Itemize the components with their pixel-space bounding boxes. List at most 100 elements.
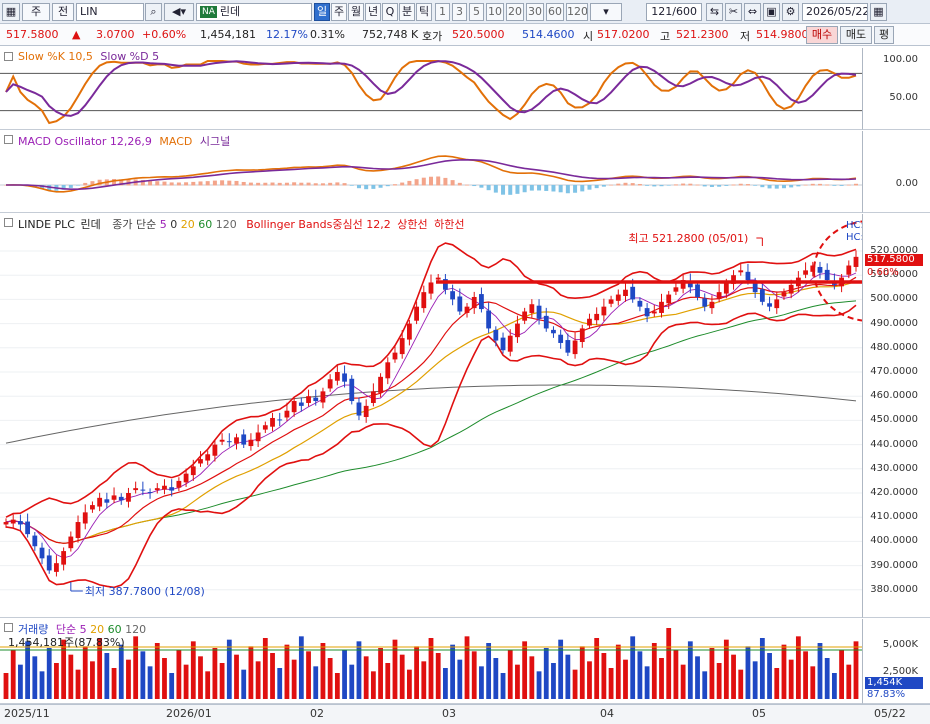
candle-body [298,402,304,406]
macd-histogram-bar [753,185,758,186]
volume-bar [457,659,463,699]
pane-checkbox[interactable] [4,135,13,144]
price-tick: 470.0000 [870,366,918,377]
count-value: 121 [651,5,673,18]
period-button[interactable]: 년 [365,3,381,21]
macd-histogram-bar [277,182,282,186]
interval-button[interactable]: 120 [566,3,588,21]
volume-bar [450,644,456,699]
macd-histogram-bar [184,182,189,186]
period-button[interactable]: 주 [331,3,347,21]
interval-dropdown[interactable]: ▾ [590,3,622,21]
interval-button[interactable]: 10 [486,3,504,21]
candle-body [615,294,621,301]
macd-histogram-bar [493,185,498,193]
buy-button[interactable]: 매수 [806,26,838,44]
calendar-icon[interactable]: ▦ [870,3,887,21]
macd-pane[interactable]: MACD Oscillator 12,26,9 MACD 시그널 [0,131,862,213]
symbol-input[interactable]: LIN [76,3,144,21]
candle-body [767,303,772,307]
speaker-icon[interactable]: ◀︎▾ [164,3,194,21]
volume-pane[interactable]: 거래량 단순 5 20 60 120 1,454,181주(87.83%) [0,619,862,704]
trade-amount: 752,748 K [362,28,419,41]
macd-legend: MACD Oscillator 12,26,9 MACD 시그널 [18,133,230,149]
macd-histogram-bar [817,183,822,186]
settings-icon[interactable]: ⚙ [782,3,799,21]
interval-button[interactable]: 20 [506,3,524,21]
sell-button[interactable]: 매도 [840,26,872,44]
compare-icon[interactable]: ⇔ [744,3,761,21]
macd-histogram-bar [846,184,851,186]
volume-bar [738,669,744,699]
pane-checkbox[interactable] [4,218,13,227]
volume-bar [399,654,405,699]
candle-body [500,337,506,351]
candle-body [241,434,247,445]
macd-histogram-bar [760,185,765,188]
period-button[interactable]: 분 [399,3,415,21]
candle-body [190,466,196,476]
scissors-icon[interactable]: ✂ [725,3,742,21]
period-button[interactable]: 일 [314,3,330,21]
macd-histogram-bar [767,185,772,189]
volume-scale: 5,000K 2,500K 1,454K 87.83% [862,619,930,704]
count-total: /600 [672,5,697,18]
search-icon[interactable]: ⌕ [145,3,162,21]
price-pane[interactable]: LINDE PLC 린데 종가 단순 5 0 20 60 120 Bolling… [0,214,862,618]
save-icon[interactable]: ▣ [763,3,780,21]
candle-body [414,306,419,321]
interval-button[interactable]: 30 [526,3,544,21]
price-tick: 430.0000 [870,462,918,474]
candle-body [342,373,347,382]
stock-name-field[interactable]: NA 린데 [196,3,312,21]
eval-button[interactable]: 평 [874,26,894,44]
interval-button[interactable]: 60 [546,3,564,21]
candle-body [234,437,239,444]
macd-histogram-bar [587,185,592,190]
stock-chart-window: { "toolbar": { "mode": "주", "market": "전… [0,0,930,724]
period-button[interactable]: 틱 [416,3,432,21]
macd-histogram-bar [356,185,361,189]
candle-body [392,352,398,360]
candle-body [363,405,369,418]
candle-body [406,323,412,340]
candle-body [118,496,124,501]
interval-button[interactable]: 3 [452,3,467,21]
volume-bar [219,663,225,699]
price-tick: 390.0000 [870,559,918,571]
volume-bar [313,666,319,699]
macd-histogram-bar [450,180,455,186]
market-select[interactable]: 전 [52,3,74,21]
macd-histogram-bar [76,185,81,186]
macd-histogram-bar [731,184,736,186]
candle-body [594,313,600,321]
count-field[interactable]: 121/600 [646,3,702,21]
date-field[interactable]: 2026/05/22 [802,3,868,21]
macd-histogram-bar [472,185,477,187]
menu-icon[interactable]: ▦ [2,3,20,21]
candle-body [147,492,153,494]
volume-bar [370,671,376,699]
candle-body [97,497,103,507]
macd-histogram-bar [616,183,621,186]
volume-bar [82,646,88,699]
price-legend: LINDE PLC 린데 종가 단순 5 0 20 60 120 Bolling… [18,216,464,232]
volume-bar [3,673,9,699]
volume-ratio: 12.17% [266,28,308,41]
interval-button[interactable]: 1 [435,3,450,21]
bb-label: Bollinger Bands중심선 12,2 [246,218,391,231]
interval-button[interactable]: 5 [469,3,484,21]
pane-checkbox[interactable] [4,52,13,61]
volume-bar [392,639,398,699]
macd-histogram-bar [400,182,405,186]
slow-stochastic-pane[interactable]: Slow %K 10,5 Slow %D 5 [0,48,862,130]
mode-select[interactable]: 주 [22,3,50,21]
split-icon[interactable]: ⇆ [706,3,723,21]
macd-histogram-bar [198,181,203,186]
turnover: 0.31% [310,28,345,41]
period-button[interactable]: 월 [348,3,364,21]
candle-body [486,310,492,329]
pane-checkbox[interactable] [4,623,13,632]
volume-bar [320,643,326,699]
period-button[interactable]: Q [382,3,398,21]
